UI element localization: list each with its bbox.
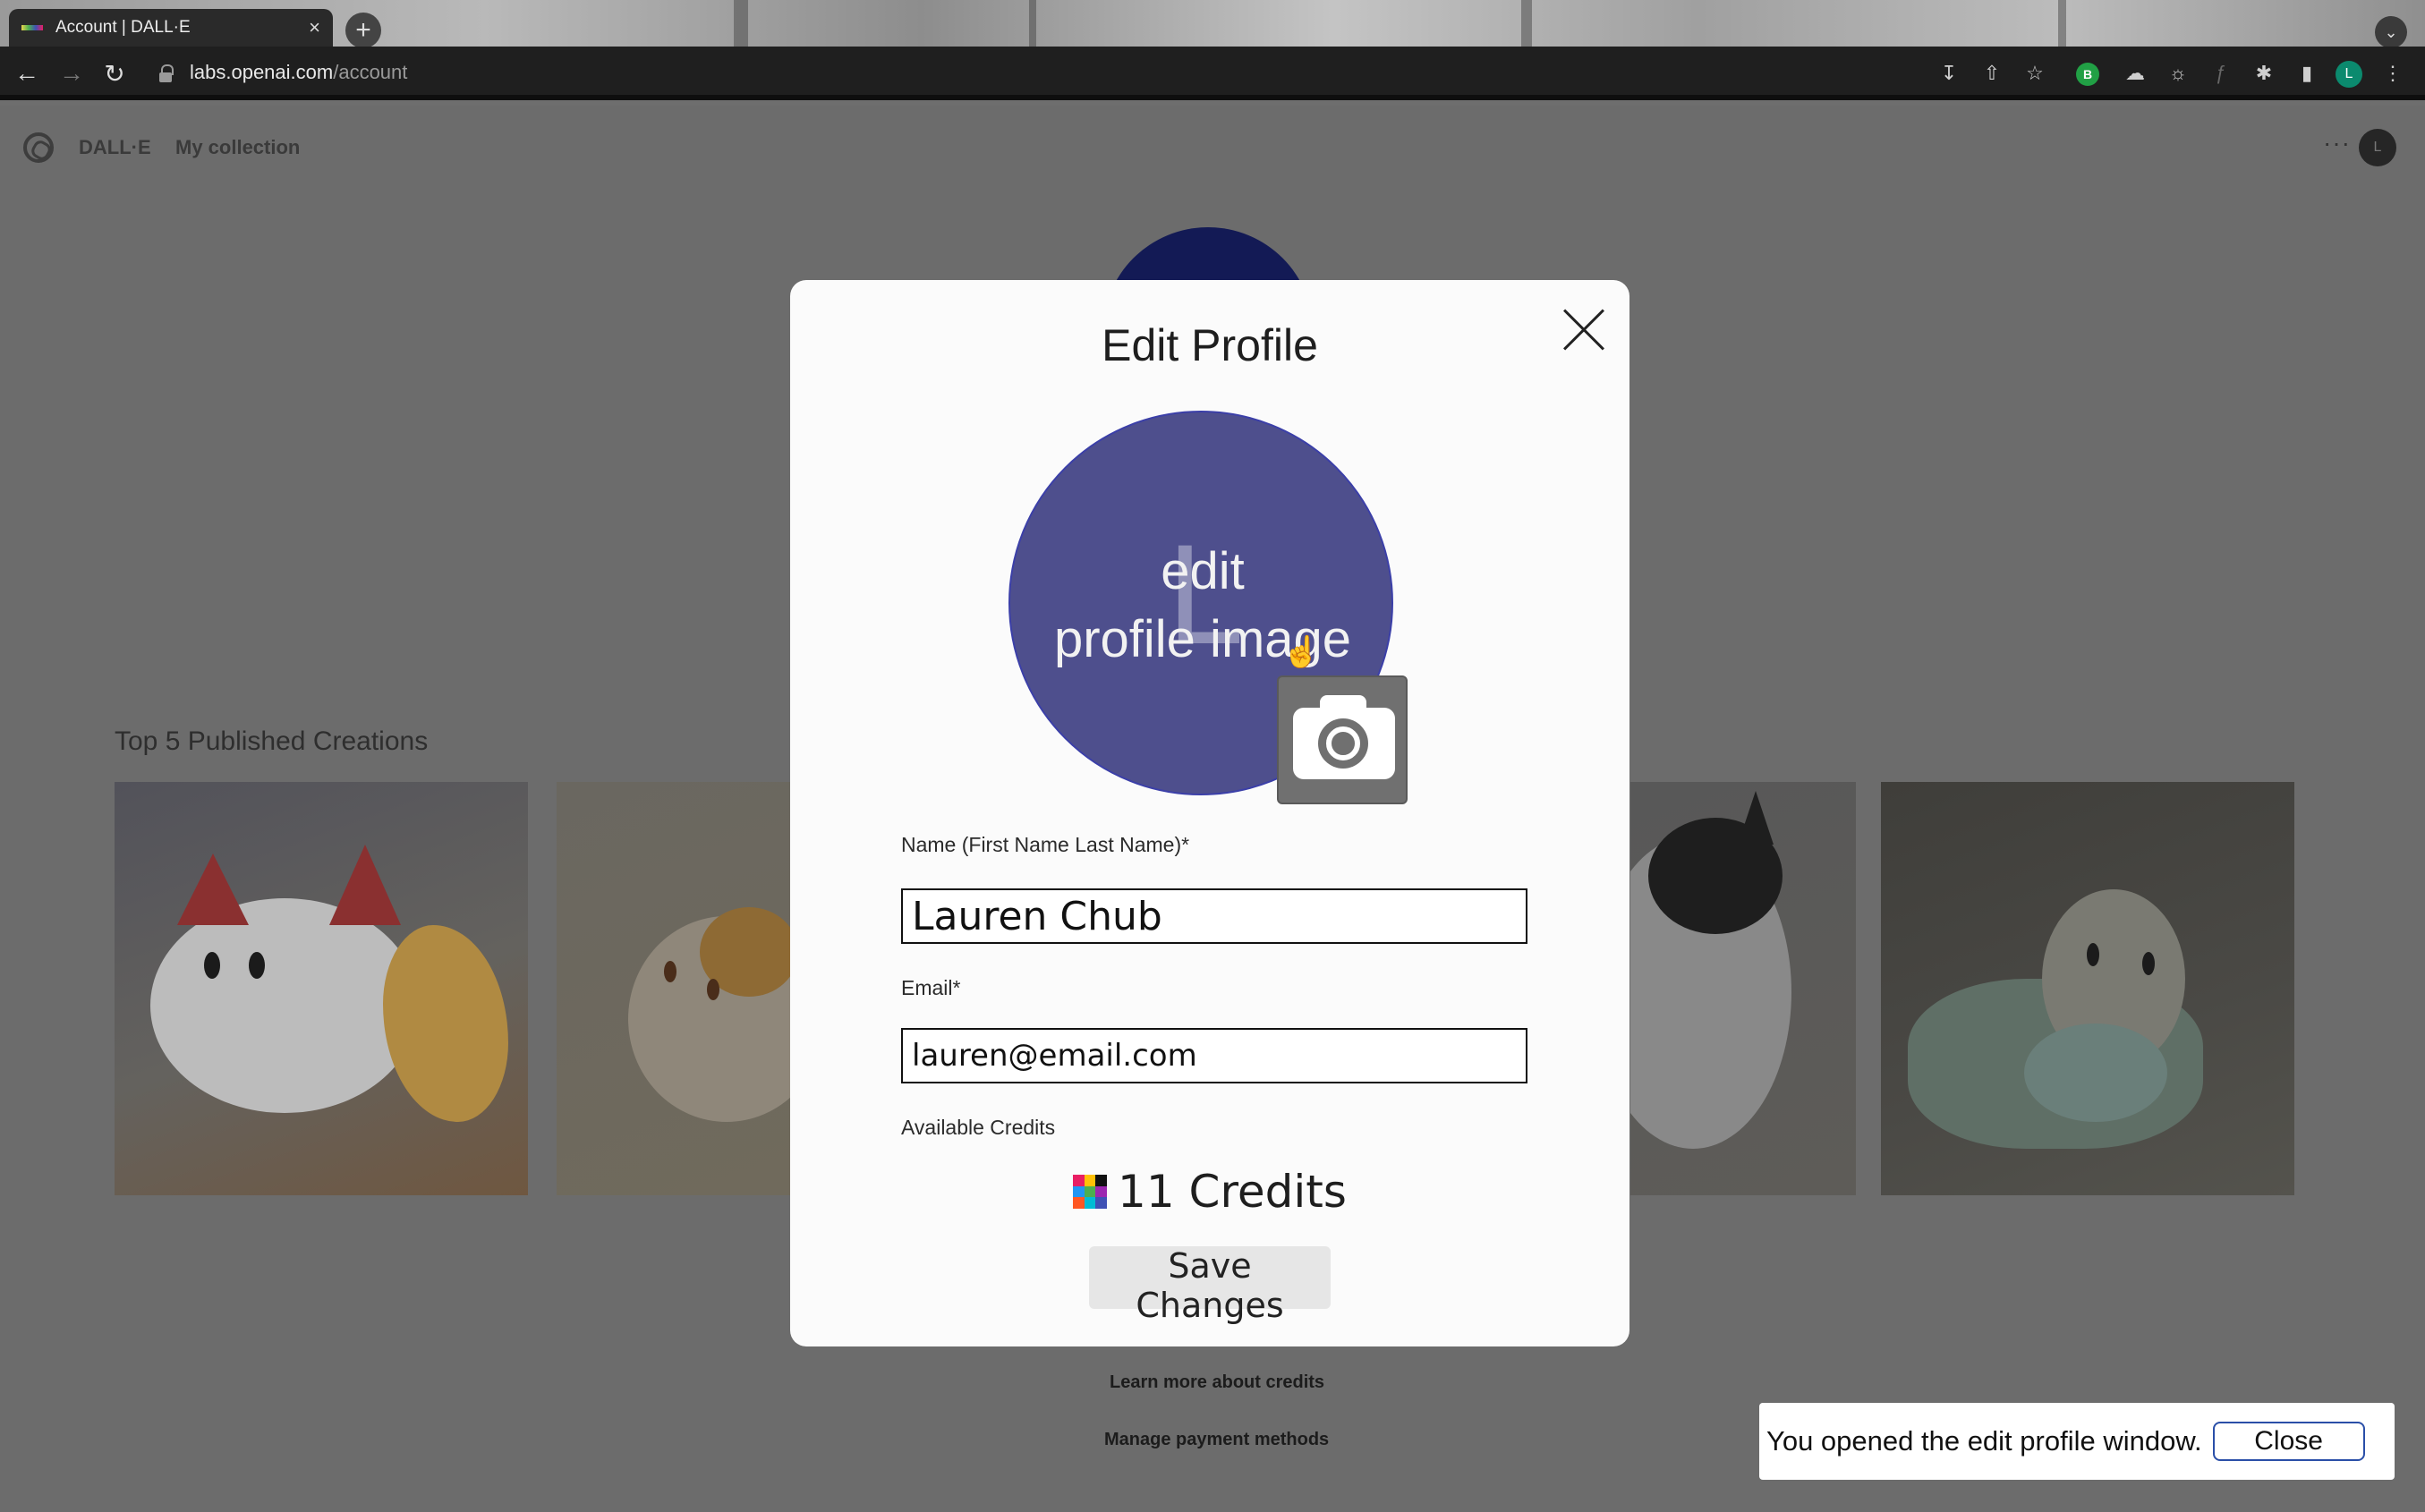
chrome-profile-avatar[interactable]: L (2336, 61, 2362, 88)
learn-credits-link[interactable]: Learn more about credits (1110, 1372, 1324, 1393)
camera-upload-button[interactable] (1277, 675, 1408, 804)
background-decoration (734, 0, 748, 47)
lock-icon[interactable] (159, 64, 174, 82)
name-input[interactable] (901, 888, 1527, 944)
tab-title: Account | DALL·E (55, 18, 191, 37)
camera-lens-icon (1318, 718, 1368, 769)
browser-toolbar: ← → ↻ labs.openai.com/account ↧ ⇧ ☆ B ☁ … (0, 47, 2425, 100)
extensions-puzzle-icon[interactable]: ✱ (2250, 59, 2278, 88)
creation-thumbnail-4[interactable] (1630, 782, 1856, 1195)
overlay-line-2: profile image (1053, 610, 1352, 668)
side-panel-icon[interactable]: ▮ (2293, 59, 2321, 88)
install-app-icon[interactable]: ↧ (1935, 59, 1963, 88)
new-tab-button[interactable]: + (345, 13, 381, 48)
modal-title: Edit Profile (1102, 320, 1318, 370)
user-avatar[interactable]: L (2359, 129, 2396, 166)
background-decoration (1521, 0, 1532, 47)
more-options-icon[interactable]: ··· (2323, 129, 2351, 157)
forward-arrow-icon[interactable]: → (55, 57, 88, 89)
edit-profile-modal: Edit Profile L edit profile image ☝ Name… (790, 280, 1629, 1346)
save-changes-button[interactable]: Save Changes (1089, 1246, 1331, 1325)
creation-thumbnail-2[interactable] (557, 782, 791, 1195)
toast-message: You opened the edit profile window. (1766, 1425, 2202, 1457)
share-icon[interactable]: ⇧ (1978, 59, 2006, 88)
extension-bulb-icon[interactable]: ☼ (2164, 59, 2192, 88)
top-creations-title: Top 5 Published Creations (115, 726, 429, 756)
chrome-menu-icon[interactable]: ⋮ (2378, 59, 2407, 88)
extension-b-icon[interactable]: B (2076, 63, 2099, 86)
reload-icon[interactable]: ↻ (98, 57, 131, 89)
edit-profile-image-overlay: edit profile image (1010, 538, 1391, 674)
tab-close-icon[interactable]: × (309, 16, 320, 39)
extension-cloud-icon[interactable]: ☁ (2121, 59, 2149, 88)
close-icon[interactable] (1553, 302, 1610, 359)
background-decoration (2058, 0, 2066, 47)
toast-close-button[interactable]: Close (2212, 1422, 2365, 1461)
email-label: Email* (901, 976, 961, 999)
url-host: labs.openai.com (190, 61, 334, 83)
tab-search-chevron-icon[interactable]: ⌄ (2375, 16, 2407, 48)
manage-payment-link[interactable]: Manage payment methods (1104, 1430, 1329, 1450)
credits-icon (1073, 1175, 1108, 1209)
back-arrow-icon[interactable]: ← (11, 57, 43, 89)
hand-pointer-cursor-icon: ☝ (1282, 635, 1321, 669)
name-label: Name (First Name Last Name)* (901, 833, 1190, 856)
overlay-line-1: edit (1161, 542, 1245, 600)
browser-tab-active[interactable]: Account | DALL·E × (9, 9, 333, 47)
openai-logo-icon[interactable] (23, 132, 54, 163)
credits-value: 11 Credits (1118, 1166, 1347, 1218)
email-input[interactable] (901, 1028, 1527, 1083)
bookmark-star-icon[interactable]: ☆ (2021, 59, 2049, 88)
creation-thumbnail-1[interactable] (115, 782, 528, 1195)
dalle-favicon-icon (21, 25, 43, 30)
background-decoration (1029, 0, 1036, 47)
browser-tab-strip: Account | DALL·E × + ⌄ (0, 0, 2425, 48)
extension-script-icon[interactable]: ƒ (2207, 59, 2235, 88)
creation-thumbnail-5[interactable] (1881, 782, 2294, 1195)
notification-toast: You opened the edit profile window. Clos… (1759, 1403, 2395, 1480)
available-credits-label: Available Credits (901, 1116, 1056, 1139)
nav-dalle-link[interactable]: DALL·E (79, 136, 151, 159)
nav-my-collection-link[interactable]: My collection (175, 136, 300, 159)
credits-display: 11 Credits (790, 1166, 1629, 1218)
url-path: /account (333, 61, 408, 83)
address-bar[interactable]: labs.openai.com/account (190, 61, 407, 84)
